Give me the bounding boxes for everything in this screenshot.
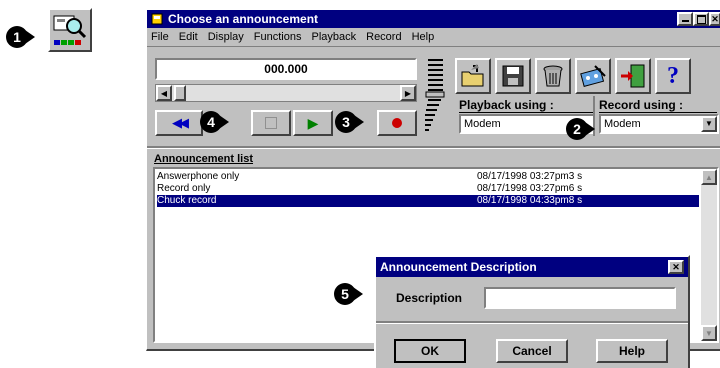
playback-label: Playback using : <box>459 98 554 112</box>
minimize-icon <box>681 20 689 22</box>
open-button[interactable] <box>455 58 491 94</box>
record-select[interactable]: Modem ▼ <box>599 114 719 134</box>
stop-icon <box>265 117 277 129</box>
dialog-titlebar: Announcement Description ✕ <box>376 257 688 277</box>
position-scrollbar[interactable]: ◀ ▶ <box>155 84 417 102</box>
arrow-right-icon: ▶ <box>404 88 412 98</box>
rewind-button[interactable]: ◀◀ <box>155 110 203 136</box>
description-label: Description <box>396 291 463 305</box>
dialog-close-button[interactable]: ✕ <box>668 260 684 274</box>
position-counter: 000.000 <box>155 58 417 80</box>
rewind-icon: ◀◀ <box>172 115 189 130</box>
list-scrollbar[interactable]: ▲ ▼ <box>701 169 717 341</box>
help-question-icon: ? <box>667 62 679 89</box>
list-item-date: 08/17/1998 04:33pm8 s <box>477 195 583 206</box>
arrow-up-icon: ▲ <box>705 172 713 182</box>
scroll-right-button[interactable]: ▶ <box>400 85 416 101</box>
floppy-disk-icon <box>502 65 524 87</box>
cancel-button[interactable]: Cancel <box>496 339 568 363</box>
main-titlebar: Choose an announcement ✕ <box>147 10 720 28</box>
save-button[interactable] <box>495 58 531 94</box>
callout-5: 5 <box>334 283 363 305</box>
close-icon: ✕ <box>672 261 680 272</box>
app-small-icon <box>151 13 163 25</box>
list-item-date: 08/17/1998 03:27pm3 s <box>477 171 583 182</box>
announcement-app-icon <box>53 15 87 45</box>
record-icon <box>392 118 402 128</box>
tape-edit-icon <box>580 65 606 87</box>
volume-slider-icon <box>425 59 445 131</box>
ok-label: OK <box>421 344 439 358</box>
description-input[interactable] <box>484 287 676 309</box>
menu-edit[interactable]: Edit <box>179 31 198 45</box>
minimize-button[interactable] <box>677 12 693 26</box>
list-label: Announcement list <box>154 153 254 165</box>
help-label: Help <box>618 344 645 358</box>
list-item[interactable]: Answerphone only 08/17/1998 03:27pm3 s <box>157 171 715 183</box>
app-icon[interactable] <box>48 8 92 52</box>
menu-record[interactable]: Record <box>366 31 401 45</box>
maximize-icon <box>696 14 706 24</box>
trash-can-icon <box>543 65 563 87</box>
exit-door-icon <box>621 64 645 88</box>
callout-1: 1 <box>6 26 35 48</box>
record-dropdown-button[interactable]: ▼ <box>701 116 717 132</box>
ok-button[interactable]: OK <box>394 339 466 363</box>
play-icon: ▶ <box>307 114 319 131</box>
scroll-thumb[interactable] <box>174 85 186 101</box>
record-select-value: Modem <box>604 118 641 130</box>
chevron-down-icon: ▼ <box>705 119 713 128</box>
menu-playback[interactable]: Playback <box>311 31 356 45</box>
delete-button[interactable] <box>535 58 571 94</box>
close-icon: ✕ <box>711 13 719 24</box>
close-button[interactable]: ✕ <box>709 12 720 26</box>
arrow-left-icon: ◀ <box>160 88 168 98</box>
list-scroll-up-button[interactable]: ▲ <box>701 169 717 185</box>
list-item-name: Record only <box>157 183 211 194</box>
scroll-left-button[interactable]: ◀ <box>156 85 172 101</box>
menu-file[interactable]: File <box>151 31 169 45</box>
description-dialog: Announcement Description ✕ Description O… <box>374 255 690 368</box>
dialog-title: Announcement Description <box>380 260 537 274</box>
menu-display[interactable]: Display <box>208 31 244 45</box>
edit-description-button[interactable] <box>575 58 611 94</box>
maximize-button[interactable] <box>693 12 709 26</box>
help-button[interactable]: ? <box>655 58 691 94</box>
list-scroll-down-button[interactable]: ▼ <box>701 325 717 341</box>
volume-meter[interactable] <box>423 56 445 138</box>
callout-3: 3 <box>335 111 364 133</box>
menu-help[interactable]: Help <box>412 31 435 45</box>
list-item-date: 08/17/1998 03:27pm6 s <box>477 183 583 194</box>
play-button[interactable]: ▶ <box>293 110 333 136</box>
list-item-name: Chuck record <box>157 195 217 206</box>
list-item-selected[interactable]: Chuck record 08/17/1998 04:33pm8 s <box>157 195 699 207</box>
transport-controls: ◀◀ ▶ <box>155 110 417 136</box>
callout-2: 2 <box>566 118 595 140</box>
cancel-label: Cancel <box>512 344 552 358</box>
exit-button[interactable] <box>615 58 651 94</box>
main-title: Choose an announcement <box>168 12 319 26</box>
callout-4: 4 <box>200 111 229 133</box>
stop-button[interactable] <box>251 110 291 136</box>
arrow-down-icon: ▼ <box>705 328 713 338</box>
record-label: Record using : <box>599 98 684 112</box>
list-item[interactable]: Record only 08/17/1998 03:27pm6 s <box>157 183 715 195</box>
open-folder-icon <box>461 64 484 87</box>
dialog-help-button[interactable]: Help <box>596 339 668 363</box>
menu-bar: File Edit Display Functions Playback Rec… <box>151 31 444 45</box>
record-button[interactable] <box>377 110 417 136</box>
list-item-name: Answerphone only <box>157 171 240 182</box>
menu-functions[interactable]: Functions <box>254 31 302 45</box>
